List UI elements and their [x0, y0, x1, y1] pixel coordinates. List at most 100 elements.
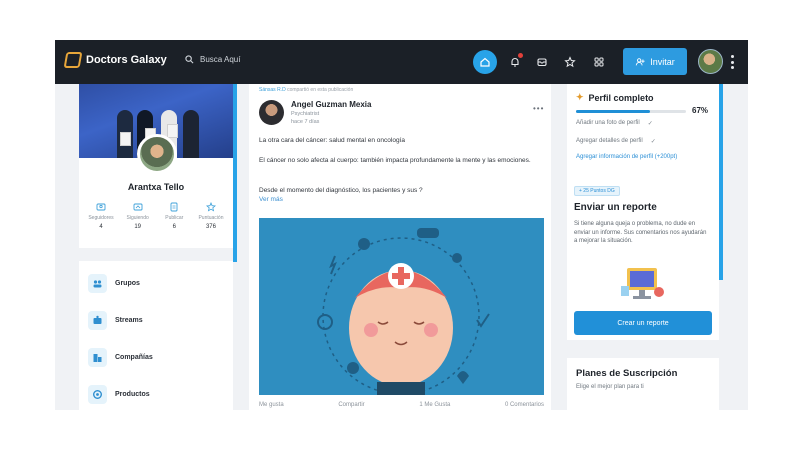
user-avatar[interactable] — [698, 49, 723, 74]
shared-by-name[interactable]: Sánsas R.D — [259, 87, 286, 93]
scrollbar-left[interactable] — [233, 84, 237, 262]
add-profile-info-link[interactable]: Agregar información de perfil (+200pt) — [576, 154, 677, 160]
nav-favorites[interactable] — [558, 50, 582, 74]
home-icon — [480, 57, 490, 67]
profile-stats: Seguidores 4 Siguiendo 19 Publicar 6 Pun… — [83, 202, 229, 230]
nav-apps[interactable] — [587, 50, 611, 74]
stat-score[interactable]: Puntuación 376 — [193, 202, 229, 230]
products-icon — [88, 385, 107, 404]
menu-item-companies[interactable]: Compañías — [88, 348, 153, 367]
plans-title: Planes de Suscripción — [576, 368, 678, 379]
add-user-icon — [636, 57, 645, 65]
companies-icon — [88, 348, 107, 367]
subscription-plans-card: Planes de Suscripción Elige el mejor pla… — [567, 358, 719, 410]
stat-label: Puntuación — [198, 215, 224, 221]
create-report-button[interactable]: Crear un reporte — [574, 311, 712, 335]
author-avatar[interactable] — [259, 100, 284, 125]
profile-progress-percent: 67% — [692, 106, 709, 115]
brand[interactable]: Doctors Galaxy — [63, 52, 167, 68]
star-icon — [564, 56, 576, 68]
feed-post: Sánsas R.D compartió en esta publicación… — [249, 84, 551, 410]
search-input[interactable]: Busca Aquí — [200, 55, 240, 64]
stat-value: 4 — [99, 224, 103, 230]
nav-notifications[interactable] — [503, 50, 527, 74]
notification-badge — [518, 53, 523, 58]
post-actions: Me gusta Compartir 1 Me Gusta 0 Comentar… — [259, 402, 544, 408]
mental-health-illustration — [259, 218, 544, 395]
profile-complete-title: ✦ Perfil completo — [576, 92, 654, 103]
posts-icon — [170, 202, 178, 212]
score-icon — [205, 202, 216, 212]
stat-value: 19 — [134, 224, 141, 230]
card-title: Perfil completo — [588, 92, 654, 103]
more-options-icon[interactable] — [731, 55, 734, 69]
invite-button[interactable]: Invitar — [623, 48, 687, 75]
checklist-item[interactable]: Agregar detalles de perfil ✓ — [576, 138, 656, 145]
checklist-label: Agregar detalles de perfil — [576, 138, 643, 144]
app-window: Doctors Galaxy Busca Aquí Invitar Arantx… — [55, 40, 748, 410]
shared-by-line: Sánsas R.D compartió en esta publicación — [259, 87, 353, 93]
profile-avatar[interactable] — [137, 134, 177, 174]
post-options-icon[interactable]: ••• — [533, 104, 544, 113]
stat-label: Siguiendo — [126, 215, 149, 221]
author-name[interactable]: Angel Guzman Mexia — [291, 100, 371, 109]
check-icon: ✓ — [650, 139, 656, 145]
menu-item-label: Productos — [115, 391, 150, 398]
scrollbar-right[interactable] — [719, 84, 723, 280]
stat-label: Publicar — [165, 215, 184, 221]
menu-item-label: Grupos — [115, 280, 140, 287]
see-more-link[interactable]: Ver más — [259, 196, 283, 203]
following-icon — [133, 203, 143, 211]
stat-posts[interactable]: Publicar 6 — [156, 202, 192, 230]
apps-icon — [594, 57, 604, 67]
nav-inbox[interactable] — [530, 50, 554, 74]
streams-icon — [88, 311, 107, 330]
party-icon: ✦ — [576, 92, 584, 102]
profile-name[interactable]: Arantxa Tello — [79, 182, 233, 192]
shared-by-text: compartió en esta publicación — [287, 87, 354, 93]
menu-item-label: Compañías — [115, 354, 153, 361]
report-illustration-icon — [621, 268, 664, 299]
checklist-label: Añadir una foto de perfil — [576, 120, 640, 126]
check-icon: ✓ — [647, 121, 653, 127]
points-badge: + 25 Puntos DG — [574, 186, 620, 196]
stat-label: Seguidores — [88, 215, 114, 221]
checklist-item[interactable]: Añadir una foto de perfil ✓ — [576, 120, 653, 127]
stat-value: 376 — [205, 224, 216, 230]
menu-item-products[interactable]: Productos — [88, 385, 150, 404]
search-icon — [185, 55, 194, 64]
nav-home[interactable] — [473, 50, 497, 74]
post-paragraph: Desde el momento del diagnóstico, los pa… — [259, 187, 423, 194]
groups-icon — [88, 274, 107, 293]
stat-following[interactable]: Siguiendo 19 — [120, 202, 156, 230]
report-description: Si tiene alguna queja o problema, no dud… — [574, 221, 707, 244]
post-paragraph: La otra cara del cáncer: salud mental en… — [259, 137, 405, 144]
plans-subtitle: Elige el mejor plan para ti — [576, 384, 644, 390]
stat-followers[interactable]: Seguidores 4 — [83, 202, 119, 230]
brand-name: Doctors Galaxy — [86, 54, 167, 66]
likes-count[interactable]: 1 Me Gusta — [419, 402, 450, 408]
side-menu: Grupos Streams Compañías Productos — [79, 261, 233, 410]
report-title: Enviar un reporte — [574, 202, 657, 213]
post-image[interactable] — [259, 218, 544, 395]
invite-label: Invitar — [650, 56, 675, 67]
menu-item-streams[interactable]: Streams — [88, 311, 143, 330]
menu-item-label: Streams — [115, 317, 143, 324]
search-box[interactable]: Busca Aquí — [185, 55, 240, 64]
share-button[interactable]: Compartir — [338, 402, 364, 408]
like-button[interactable]: Me gusta — [259, 402, 284, 408]
profile-progress-bar — [576, 110, 686, 113]
author-role: Psychiatrist — [291, 111, 320, 117]
brand-logo-icon — [63, 52, 83, 68]
post-paragraph: El cáncer no solo afecta al cuerpo: tamb… — [259, 157, 531, 164]
top-navbar: Doctors Galaxy Busca Aquí Invitar — [55, 40, 748, 84]
inbox-icon — [537, 58, 547, 67]
comments-count[interactable]: 0 Comentarios — [505, 402, 544, 408]
stat-value: 6 — [172, 224, 176, 230]
post-timestamp: hace 7 días — [291, 119, 320, 125]
profile-card: Arantxa Tello Seguidores 4 Siguiendo 19 … — [79, 84, 233, 248]
report-card: + 25 Puntos DG Enviar un reporte Si tien… — [567, 178, 719, 340]
menu-item-groups[interactable]: Grupos — [88, 274, 140, 293]
profile-progress-fill — [576, 110, 650, 113]
followers-icon — [96, 203, 106, 211]
